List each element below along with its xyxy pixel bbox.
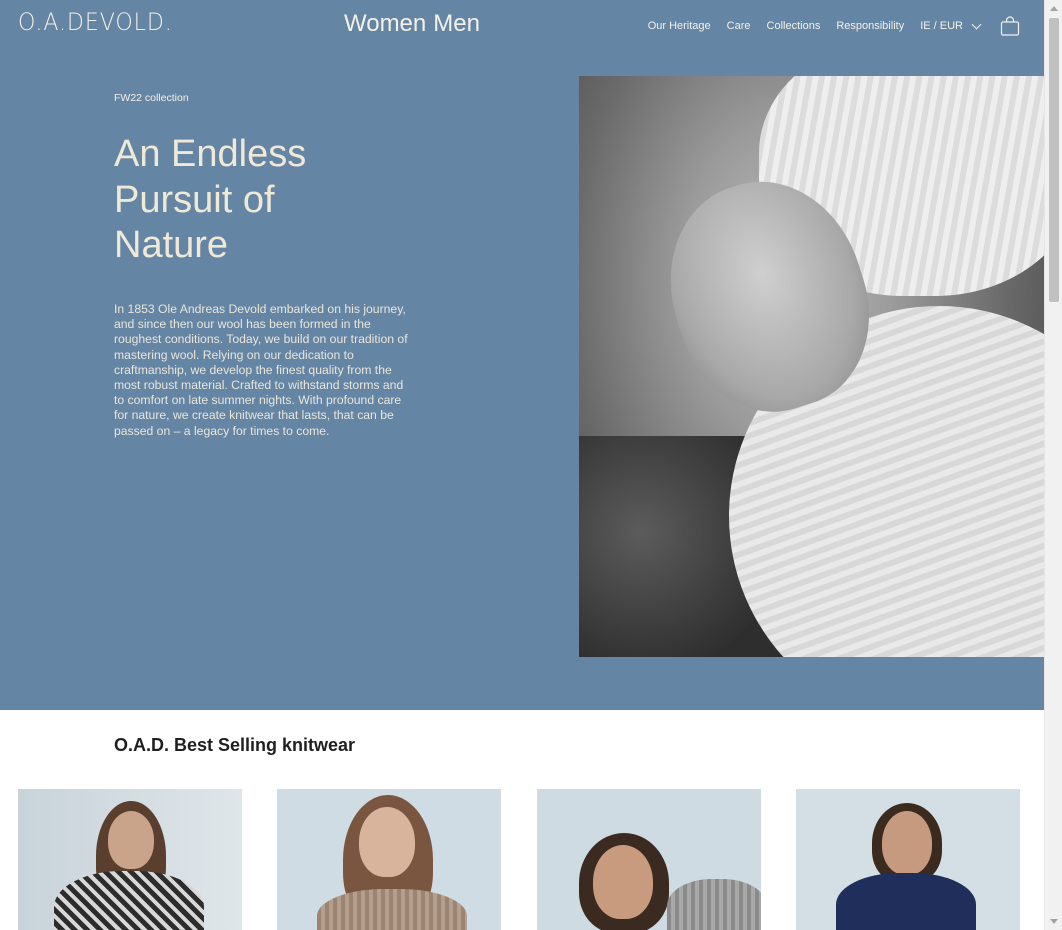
gender-nav: Women Men (344, 10, 480, 38)
product-image (537, 789, 761, 930)
product-card[interactable] (796, 789, 1020, 930)
product-grid (18, 789, 1028, 930)
product-card[interactable] (18, 789, 242, 930)
scroll-down-icon[interactable] (1050, 919, 1058, 924)
scrollbar-thumb[interactable] (1049, 18, 1059, 302)
hero-section: O.A.DEVOLD. Women Men Our Heritage Care … (0, 0, 1044, 710)
region-label: IE / EUR (920, 20, 963, 32)
nav-collections-link[interactable]: Collections (767, 20, 821, 32)
collection-eyebrow: FW22 collection (114, 92, 189, 104)
nav-men-link[interactable]: Men (433, 10, 480, 38)
nav-responsibility-link[interactable]: Responsibility (836, 20, 904, 32)
product-image (18, 789, 242, 930)
nav-our-heritage-link[interactable]: Our Heritage (648, 20, 711, 32)
chevron-down-icon (971, 19, 982, 29)
product-image (277, 789, 501, 930)
hero-headline: An Endless Pursuit of Nature (114, 133, 307, 266)
page-scrollbar[interactable] (1044, 0, 1062, 930)
product-image (796, 789, 1020, 930)
nav-care-link[interactable]: Care (727, 20, 751, 32)
best-sellers-title: O.A.D. Best Selling knitwear (114, 735, 356, 755)
brand-logo[interactable]: O.A.DEVOLD. (18, 8, 173, 36)
hero-intro-text: In 1853 Ole Andreas Devold embarked on h… (114, 302, 408, 438)
product-card[interactable] (277, 789, 501, 930)
product-card[interactable] (537, 789, 761, 930)
nav-women-link[interactable]: Women (344, 10, 426, 38)
region-selector[interactable]: IE / EUR (920, 19, 982, 32)
hero-photo (579, 76, 1044, 657)
shopping-bag-icon[interactable] (1000, 16, 1020, 36)
scroll-up-icon[interactable] (1050, 6, 1058, 11)
top-nav: Our Heritage Care Collections Responsibi… (632, 16, 1020, 36)
